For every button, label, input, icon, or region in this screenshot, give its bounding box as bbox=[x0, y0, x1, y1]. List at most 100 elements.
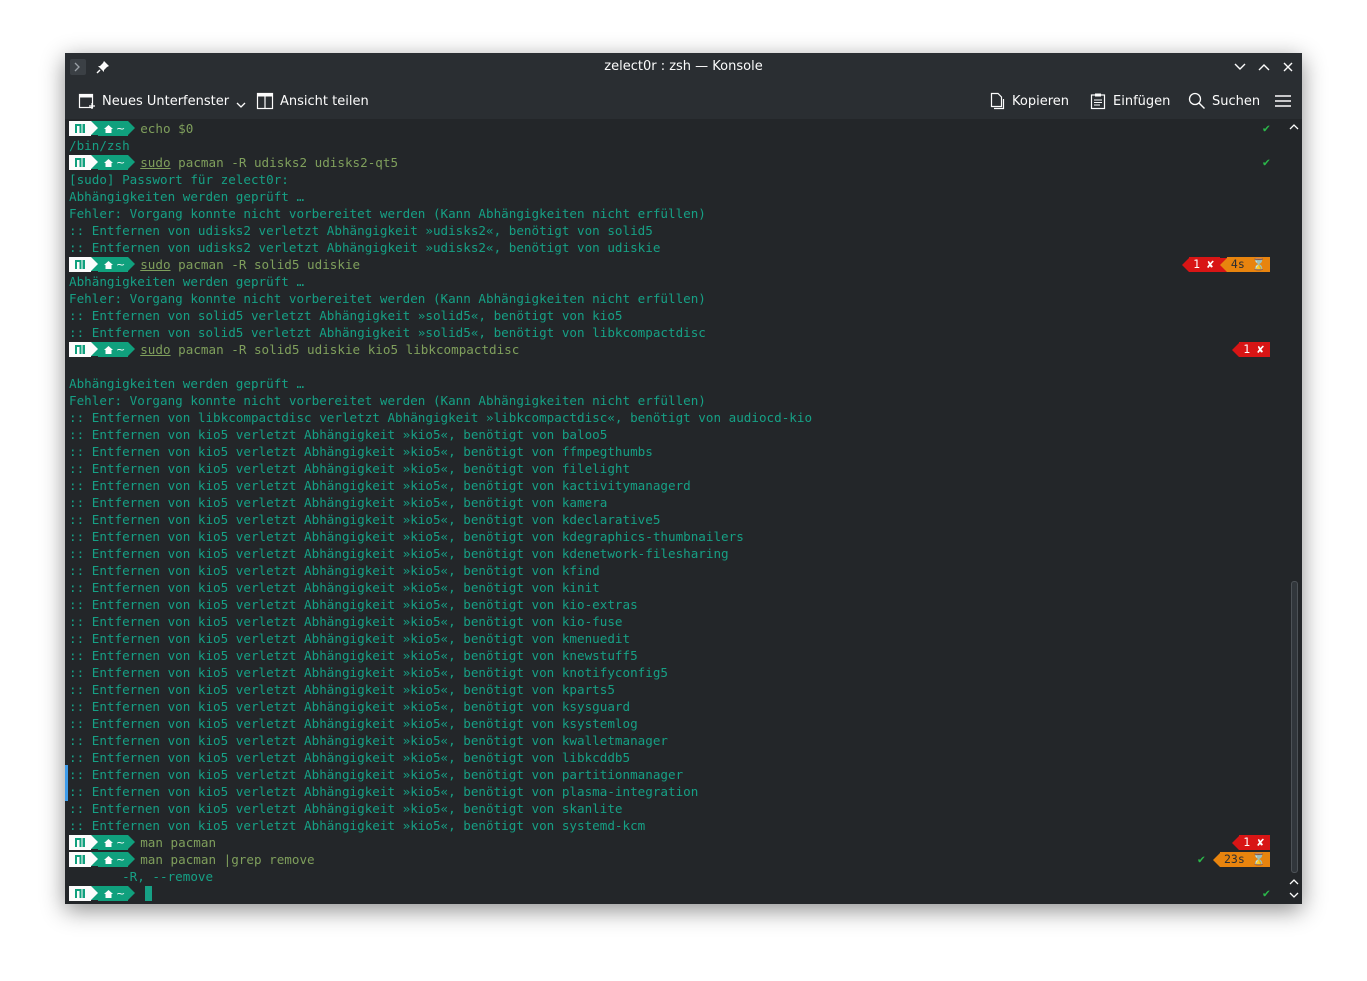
new-tab-label: Neues Unterfenster bbox=[102, 93, 230, 109]
status-segment: ✔ bbox=[1263, 155, 1270, 170]
output-line: Abhängigkeiten werden geprüft … bbox=[69, 189, 305, 204]
split-view-button[interactable]: Ansicht teilen bbox=[256, 92, 369, 110]
exit-code-badge: 1 ✘ bbox=[1239, 342, 1270, 357]
status-segment: 1 ✘ 4s ⌛ bbox=[1182, 257, 1270, 272]
sudo-keyword: sudo bbox=[140, 342, 171, 357]
prompt-line: ~ bbox=[69, 885, 153, 902]
chevron-down-icon bbox=[236, 102, 246, 108]
status-segment: ✔ bbox=[1263, 886, 1270, 901]
output-line: Fehler: Vorgang konnte nicht vorbereitet… bbox=[69, 206, 706, 221]
duration-badge: 23s ⌛ bbox=[1219, 852, 1270, 867]
output-line: :: Entfernen von kio5 verletzt Abhängigk… bbox=[69, 716, 638, 731]
paste-icon bbox=[1090, 93, 1106, 110]
output-line: :: Entfernen von udisks2 verletzt Abhäng… bbox=[69, 223, 653, 238]
sudo-keyword: sudo bbox=[140, 155, 171, 170]
manjaro-logo-icon bbox=[69, 121, 91, 136]
home-icon bbox=[104, 122, 116, 135]
hamburger-menu-button[interactable] bbox=[1275, 92, 1297, 110]
command: pacman -R udisks2 udisks2-qt5 bbox=[178, 155, 399, 170]
home-icon bbox=[104, 258, 116, 271]
output-line: /bin/zsh bbox=[69, 138, 130, 153]
output-line: Fehler: Vorgang konnte nicht vorbereitet… bbox=[69, 393, 706, 408]
scrollbar-thumb[interactable] bbox=[1291, 581, 1298, 873]
chevron-up-icon[interactable] bbox=[1257, 60, 1271, 74]
copy-icon bbox=[990, 92, 1005, 110]
command: pacman -R solid5 udiskie kio5 libkcompac… bbox=[178, 342, 520, 357]
prompt-dir: ~ bbox=[116, 853, 126, 866]
new-tab-button[interactable]: Neues Unterfenster bbox=[78, 92, 246, 110]
title-bar: zelect0r : zsh — Konsole bbox=[65, 53, 1302, 82]
home-dir-segment: ~ bbox=[98, 852, 129, 867]
check-icon: ✔ bbox=[1262, 886, 1270, 900]
prompt-segment: ~ bbox=[69, 835, 136, 850]
output-line: :: Entfernen von kio5 verletzt Abhängigk… bbox=[69, 597, 638, 612]
home-icon bbox=[104, 887, 116, 900]
home-dir-segment: ~ bbox=[98, 257, 129, 272]
prompt-line: ~ man pacman bbox=[69, 834, 216, 851]
command: man pacman bbox=[140, 835, 217, 850]
command-text: man pacman |grep remove bbox=[140, 852, 314, 867]
command: echo $0 bbox=[140, 121, 194, 136]
command-text: sudo pacman -R solid5 udiskie kio5 libkc… bbox=[140, 342, 519, 357]
output-line: :: Entfernen von kio5 verletzt Abhängigk… bbox=[69, 478, 691, 493]
home-icon bbox=[104, 343, 116, 356]
check-icon: ✔ bbox=[1262, 155, 1270, 169]
output-line: :: Entfernen von kio5 verletzt Abhängigk… bbox=[69, 784, 699, 799]
output-line: :: Entfernen von kio5 verletzt Abhängigk… bbox=[69, 580, 600, 595]
paste-label: Einfügen bbox=[1113, 93, 1171, 109]
output-line: [sudo] Passwort für zelect0r: bbox=[69, 172, 289, 187]
sudo-keyword: sudo bbox=[140, 257, 171, 272]
search-label: Suchen bbox=[1212, 93, 1261, 109]
home-dir-segment: ~ bbox=[98, 835, 129, 850]
prompt-segment: ~ bbox=[69, 852, 136, 867]
command-text: echo $0 bbox=[140, 121, 193, 136]
manjaro-logo-icon bbox=[69, 886, 91, 901]
chevron-down-icon[interactable] bbox=[1233, 60, 1247, 74]
paste-button[interactable]: Einfügen bbox=[1089, 92, 1170, 110]
copy-label: Kopieren bbox=[1012, 93, 1069, 109]
close-icon[interactable] bbox=[1281, 60, 1295, 74]
home-dir-segment: ~ bbox=[98, 886, 129, 901]
output-line: :: Entfernen von kio5 verletzt Abhängigk… bbox=[69, 682, 615, 697]
output-line: :: Entfernen von kio5 verletzt Abhängigk… bbox=[69, 750, 631, 765]
scroll-down-icon bbox=[1289, 892, 1299, 898]
output-line: :: Entfernen von kio5 verletzt Abhängigk… bbox=[69, 648, 638, 663]
scroll-up-icon bbox=[1289, 124, 1299, 130]
output-line: :: Entfernen von kio5 verletzt Abhängigk… bbox=[69, 801, 623, 816]
home-dir-segment: ~ bbox=[98, 121, 129, 136]
prompt-dir: ~ bbox=[116, 836, 126, 849]
output-line: :: Entfernen von kio5 verletzt Abhängigk… bbox=[69, 546, 729, 561]
split-view-icon bbox=[256, 92, 274, 110]
home-dir-segment: ~ bbox=[98, 155, 129, 170]
output-line: :: Entfernen von kio5 verletzt Abhängigk… bbox=[69, 529, 744, 544]
command: man pacman |grep remove bbox=[140, 852, 315, 867]
scrollbar[interactable] bbox=[1286, 119, 1302, 904]
home-icon bbox=[104, 836, 116, 849]
manjaro-logo-icon bbox=[69, 155, 91, 170]
terminal-output[interactable]: ✔ ~ echo $0/bin/zsh ✔ ~ sudo pacman -R udisks… bbox=[65, 119, 1286, 904]
output-line: :: Entfernen von kio5 verletzt Abhängigk… bbox=[69, 512, 661, 527]
output-line: :: Entfernen von solid5 verletzt Abhängi… bbox=[69, 325, 706, 340]
home-icon bbox=[104, 156, 116, 169]
prompt-segment: ~ bbox=[69, 257, 136, 272]
output-line: -R, --remove bbox=[69, 869, 214, 884]
manjaro-logo-icon bbox=[69, 835, 91, 850]
output-line: :: Entfernen von kio5 verletzt Abhängigk… bbox=[69, 461, 631, 476]
prompt-dir: ~ bbox=[116, 258, 126, 271]
home-icon bbox=[104, 853, 116, 866]
output-line: :: Entfernen von kio5 verletzt Abhängigk… bbox=[69, 631, 631, 646]
prompt-line: ~ man pacman |grep remove bbox=[69, 851, 315, 868]
check-icon: ✔ bbox=[1262, 121, 1270, 135]
prompt-line: ~ sudo pacman -R solid5 udiskie kio5 libk… bbox=[69, 341, 519, 358]
copy-button[interactable]: Kopieren bbox=[988, 92, 1069, 110]
command: pacman -R solid5 udiskie bbox=[178, 257, 361, 272]
new-tab-icon bbox=[78, 93, 95, 109]
search-icon bbox=[1188, 92, 1205, 109]
output-line: :: Entfernen von kio5 verletzt Abhängigk… bbox=[69, 614, 623, 629]
status-segment: ✔ 23s ⌛ bbox=[1198, 852, 1270, 867]
exit-code-badge: 1 ✘ bbox=[1239, 835, 1270, 850]
output-line: :: Entfernen von kio5 verletzt Abhängigk… bbox=[69, 495, 608, 510]
search-button[interactable]: Suchen bbox=[1188, 92, 1260, 110]
toolbar: Neues Unterfenster Ansicht teilen Kopier… bbox=[65, 82, 1302, 119]
prompt-dir: ~ bbox=[116, 156, 126, 169]
